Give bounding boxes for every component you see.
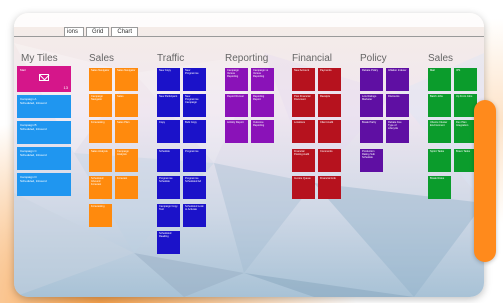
traffic-tile[interactable]: New Programme [183, 68, 206, 91]
campaign-tile-sub: Scheduled, Inbound [20, 179, 47, 183]
traffic-tile[interactable]: Programme Scheduled Ad [183, 176, 206, 199]
sales2-tile[interactable]: Ubuntu Cluster Environment [428, 120, 451, 143]
financial-tile[interactable]: Comments [318, 149, 341, 172]
policy-tile[interactable]: Discounts [386, 94, 409, 117]
policy-tile[interactable]: Inflation Indexer [386, 68, 409, 91]
vertical-scrollbar-thumb[interactable] [474, 100, 496, 262]
reporting-tile[interactable]: Campaign Versus Reporting [225, 68, 248, 91]
reporting-tile[interactable]: Reporting Report [251, 94, 274, 117]
financial-tile[interactable]: Invoice Queue [292, 176, 315, 199]
traffic-tile[interactable]: Scheduled Reading [157, 231, 180, 254]
sales-tile[interactable]: Scheduled Inbound Forecast [89, 176, 112, 199]
sales2-tile[interactable]: Batch Jobs [428, 94, 451, 117]
traffic-tile[interactable]: Copy [157, 120, 180, 143]
traffic-tile[interactable]: New Participant [157, 94, 180, 117]
financial-tile[interactable]: Financial Posting Audit [292, 149, 315, 172]
reporting-tile[interactable]: Outcome Reporting [251, 120, 274, 143]
mail-icon [39, 74, 49, 81]
sales-tile[interactable]: Sales Analysis [89, 149, 112, 172]
traffic-tile[interactable]: Schedule [157, 149, 180, 172]
sales-tile[interactable]: Campaign Navigator [89, 94, 112, 117]
reporting-tile[interactable]: Report Runner [225, 94, 248, 117]
sales2-tile[interactable]: Break Rules [428, 176, 451, 199]
tab-strip-divider [14, 36, 484, 37]
app-window: ions Grid Chart My Tiles Sales Traffic R… [14, 13, 484, 297]
sales-tile[interactable]: Sales Plan [115, 120, 138, 143]
sales2-tile[interactable]: IPS [454, 68, 477, 91]
campaign-tile-sub: Scheduled, Inbound [20, 153, 47, 157]
sales-tile[interactable]: Sales Navigator [89, 68, 112, 91]
traffic-tile[interactable]: Bulk Copy [183, 120, 206, 143]
campaign-tile-sub: Scheduled, Inbound [20, 101, 47, 105]
campaign-tile-c[interactable]: Campaign C Scheduled, Inbound [17, 147, 71, 170]
policy-tile[interactable]: Production Rating Sub Schedule [360, 149, 383, 172]
reporting-tile[interactable]: Campaign vs Versus Reporting [251, 68, 274, 91]
campaign-tile-b[interactable]: Campaign B Scheduled, Inbound [17, 121, 71, 144]
group-title-traffic: Traffic [157, 53, 185, 64]
policy-tile[interactable]: Rebate Fee Type of Lifecycle [386, 120, 409, 143]
group-title-sales-2: Sales [428, 53, 454, 64]
traffic-tile[interactable]: Campaign Copy Tool [157, 204, 180, 227]
sales-tile[interactable]: Sales [115, 94, 138, 117]
window-top-bar [14, 13, 484, 27]
sales-tile[interactable]: Campaign Analysis [115, 149, 138, 172]
campaign-tile-a[interactable]: Campaign A Scheduled, Inbound [17, 95, 71, 118]
group-title-sales: Sales [89, 53, 115, 64]
mail-count: 13 [63, 85, 68, 90]
campaign-tile-d[interactable]: Campaign D Scheduled, Inbound [17, 173, 71, 196]
group-title-policy: Policy [360, 53, 387, 64]
policy-tile[interactable]: Rebate Policy [360, 68, 383, 91]
traffic-tile[interactable]: Scheduled Look to Activate [183, 204, 206, 227]
financial-tile[interactable]: Post Financial Document [292, 94, 315, 117]
policy-tile[interactable]: Break Parity [360, 120, 383, 143]
traffic-tile[interactable]: New Copy [157, 68, 180, 91]
financial-tile[interactable]: Financial Link [318, 176, 341, 199]
sales-tile[interactable]: Forecasting [89, 204, 112, 227]
mail-tile-label: Mail [20, 68, 26, 72]
policy-tile[interactable]: Low Ratings Marketer [360, 94, 383, 117]
sales2-tile[interactable]: Sprint Tasks [428, 149, 451, 172]
financial-tile[interactable]: Client Audit [318, 120, 341, 143]
sales-tile[interactable]: Sales Navigator [115, 68, 138, 91]
reporting-tile[interactable]: Activity Report [225, 120, 248, 143]
traffic-tile[interactable]: Programme Schedule [157, 176, 180, 199]
sales-tile[interactable]: Forecast [115, 176, 138, 199]
financial-tile[interactable]: Receipts [318, 94, 341, 117]
group-title-financial: Financial [292, 53, 333, 64]
traffic-tile[interactable]: Programme [183, 149, 206, 172]
financial-tile[interactable]: Payments [318, 68, 341, 91]
sales2-tile[interactable]: Mail [428, 68, 451, 91]
campaign-tile-sub: Scheduled, Inbound [20, 127, 47, 131]
group-title-my-tiles: My Tiles [21, 53, 58, 64]
group-title-reporting: Reporting [225, 53, 269, 64]
sales-tile[interactable]: Forecasting [89, 120, 112, 143]
mail-tile[interactable]: Mail 13 [17, 66, 71, 92]
financial-tile[interactable]: New Account [292, 68, 315, 91]
financial-tile[interactable]: Locations [292, 120, 315, 143]
traffic-tile[interactable]: New Programme Campaign [183, 94, 206, 117]
